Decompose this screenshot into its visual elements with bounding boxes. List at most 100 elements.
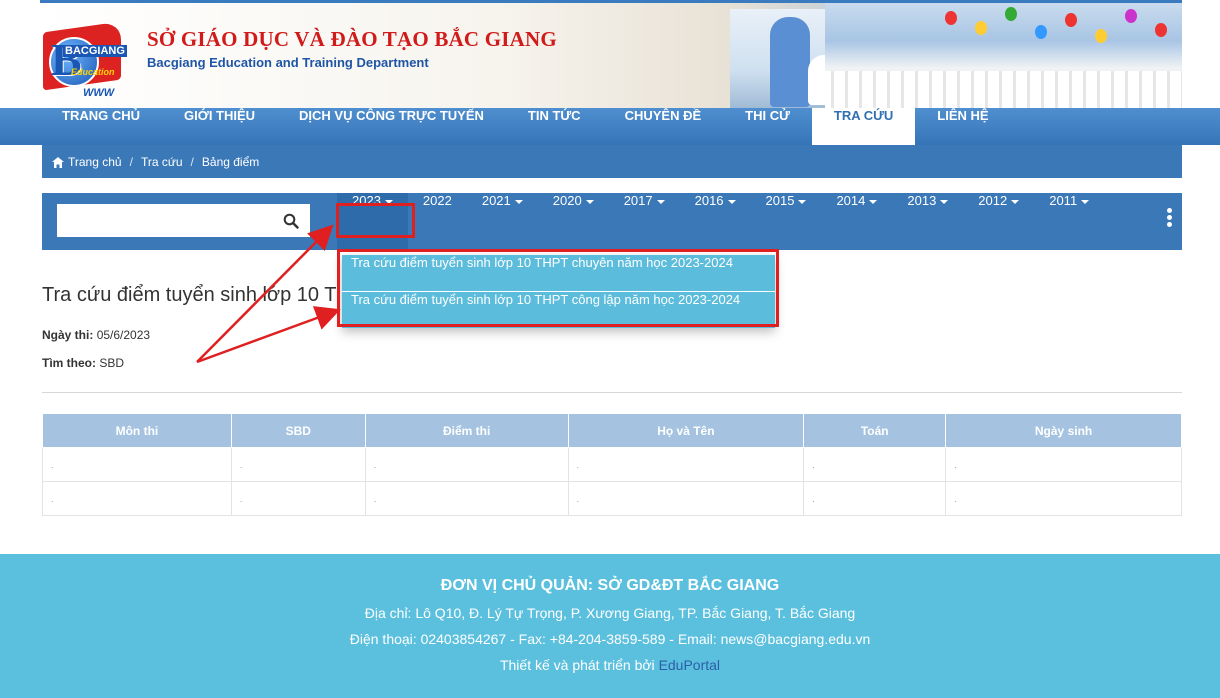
- year-tab-2017[interactable]: 2017: [609, 193, 680, 250]
- table-row: ......: [42, 447, 1182, 482]
- table-cell: .: [803, 481, 947, 516]
- exam-date-label: Ngày thi:: [42, 328, 94, 342]
- breadcrumb: Trang chủ / Tra cứu / Bảng điểm: [42, 145, 1182, 178]
- results-table: Môn thi SBD Điểm thi Họ và Tên Toán Ngày sinh…: [42, 413, 1182, 516]
- home-icon: [52, 157, 64, 168]
- footer-title: ĐƠN VỊ CHỦ QUẢN: SỞ GD&ĐT BẮC GIANG: [440, 577, 780, 594]
- caret-down-icon: [798, 199, 807, 204]
- site-title-en: Bacgiang Education and Training Departme…: [147, 55, 429, 70]
- year-label: 2013: [907, 193, 937, 208]
- table-row: ......: [42, 481, 1182, 516]
- year-tab-2011[interactable]: 2011: [1034, 193, 1104, 250]
- breadcrumb-separator: /: [190, 154, 194, 169]
- year-tab-2014[interactable]: 2014: [821, 193, 892, 250]
- table-cell: .: [803, 447, 947, 482]
- year-filter-bar: 2023 2022 2021 2020 2017 2016 2015 2014 2013 2012…: [42, 193, 1182, 250]
- table-header-cell: Họ và Tên: [567, 413, 805, 448]
- nav-item-7[interactable]: LIÊN HỆ: [915, 108, 1010, 145]
- search-box: [57, 204, 310, 237]
- footer-credit-link[interactable]: EduPortal: [659, 657, 720, 673]
- search-input[interactable]: [57, 204, 277, 237]
- breadcrumb-home[interactable]: Trang chủ: [68, 155, 122, 169]
- logo-brand: BACGIANG: [63, 45, 127, 57]
- balloon-shape: [1005, 7, 1017, 21]
- site-logo[interactable]: B BACGIANG Education WWW: [43, 17, 127, 99]
- year-tab-2022[interactable]: 2022: [408, 193, 467, 250]
- year-tab-2016[interactable]: 2016: [680, 193, 751, 250]
- nav-item-6[interactable]: TRA CỨU: [811, 108, 916, 145]
- footer-credit: Thiết kế và phát triển bởi EduPortal: [0, 657, 1220, 673]
- site-title-vn: SỞ GIÁO DỤC VÀ ĐÀO TẠO BẮC GIANG: [147, 27, 557, 51]
- table-cell: .: [945, 481, 1182, 516]
- main-nav: TRANG CHỦ GIỚI THIỆU DỊCH VỤ CÔNG TRỰC TUY…: [0, 108, 1220, 145]
- table-header-cell: Môn thi: [42, 413, 232, 448]
- caret-down-icon: [869, 199, 878, 204]
- footer-address: Địa chỉ: Lô Q10, Đ. Lý Tự Trọng, P. Xươn…: [364, 605, 856, 621]
- kebab-menu-icon[interactable]: [1167, 208, 1173, 230]
- year-label: 2012: [978, 193, 1008, 208]
- balloon-shape: [975, 21, 987, 35]
- year-tab-2021[interactable]: 2021: [467, 193, 538, 250]
- caret-down-icon: [727, 199, 736, 204]
- year-label: 2011: [1049, 193, 1078, 208]
- logo-tagline: Education: [71, 67, 115, 77]
- year-label: 2017: [623, 193, 653, 208]
- caret-down-icon: [940, 199, 949, 204]
- table-cell: .: [42, 447, 232, 482]
- caret-down-icon: [1081, 199, 1090, 204]
- photo-crowd: [825, 71, 1182, 108]
- logo-letter: B: [51, 34, 82, 85]
- caret-down-icon: [656, 199, 665, 204]
- photo-figure: [770, 17, 810, 107]
- footer-credit-text: Thiết kế và phát triển bởi: [499, 657, 655, 673]
- year-label: 2021: [481, 193, 511, 208]
- year-tab-2012[interactable]: 2012: [963, 193, 1034, 250]
- nav-item-4[interactable]: CHUYÊN ĐỀ: [603, 108, 724, 145]
- nav-item-3[interactable]: TIN TỨC: [506, 108, 603, 145]
- caret-down-icon: [514, 199, 523, 204]
- search-by-value: SBD: [99, 356, 125, 370]
- footer-contact: Điện thoại: 02403854267 - Fax: +84-204-3…: [349, 631, 871, 647]
- table-header-cell: Toán: [803, 413, 947, 448]
- table-cell: .: [364, 481, 569, 516]
- year-label: 2020: [552, 193, 582, 208]
- table-header-cell: Điểm thi: [364, 413, 569, 448]
- nav-item-2[interactable]: DỊCH VỤ CÔNG TRỰC TUYẾN: [277, 108, 506, 145]
- breadcrumb-separator: /: [129, 154, 133, 169]
- balloon-shape: [1155, 23, 1167, 37]
- nav-item-1[interactable]: GIỚI THIỆU: [162, 108, 277, 145]
- search-icon[interactable]: [283, 213, 299, 229]
- balloon-shape: [945, 11, 957, 25]
- year-tab-2015[interactable]: 2015: [751, 193, 822, 250]
- nav-item-0[interactable]: TRANG CHỦ: [40, 108, 162, 145]
- table-cell: .: [230, 481, 366, 516]
- exam-date: Ngày thi: 05/6/2023: [42, 328, 150, 342]
- page: B BACGIANG Education WWW SỞ GIÁO DỤC VÀ …: [0, 0, 1220, 698]
- table-cell: .: [567, 447, 805, 482]
- table-cell: .: [230, 447, 366, 482]
- dropdown-highlight-box: [337, 249, 779, 327]
- table-cell: .: [42, 481, 232, 516]
- caret-down-icon: [585, 199, 594, 204]
- year-tab-2013[interactable]: 2013: [892, 193, 963, 250]
- balloon-shape: [1065, 13, 1077, 27]
- balloon-shape: [1095, 29, 1107, 43]
- table-cell: .: [945, 447, 1182, 482]
- page-title: Tra cứu điểm tuyển sinh lớp 10 T: [42, 284, 337, 306]
- nav-item-5[interactable]: THI CỬ: [723, 108, 812, 145]
- year-highlight-box: [336, 203, 415, 238]
- breadcrumb-lookup[interactable]: Tra cứu: [141, 155, 183, 169]
- year-label: 2016: [694, 193, 724, 208]
- table-cell: .: [567, 481, 805, 516]
- search-by-label: Tìm theo:: [42, 356, 96, 370]
- year-label: 2014: [836, 193, 866, 208]
- breadcrumb-scoreboard: Bảng điểm: [201, 154, 260, 169]
- year-label: 2022: [422, 193, 452, 208]
- balloon-shape: [1035, 25, 1047, 39]
- caret-down-icon: [1011, 199, 1020, 204]
- search-by: Tìm theo: SBD: [42, 356, 124, 370]
- logo-web: WWW: [83, 87, 115, 99]
- table-header-cell: Ngày sinh: [945, 413, 1182, 448]
- table-header-row: Môn thi SBD Điểm thi Họ và Tên Toán Ngày sinh: [42, 413, 1182, 448]
- year-tab-2020[interactable]: 2020: [538, 193, 609, 250]
